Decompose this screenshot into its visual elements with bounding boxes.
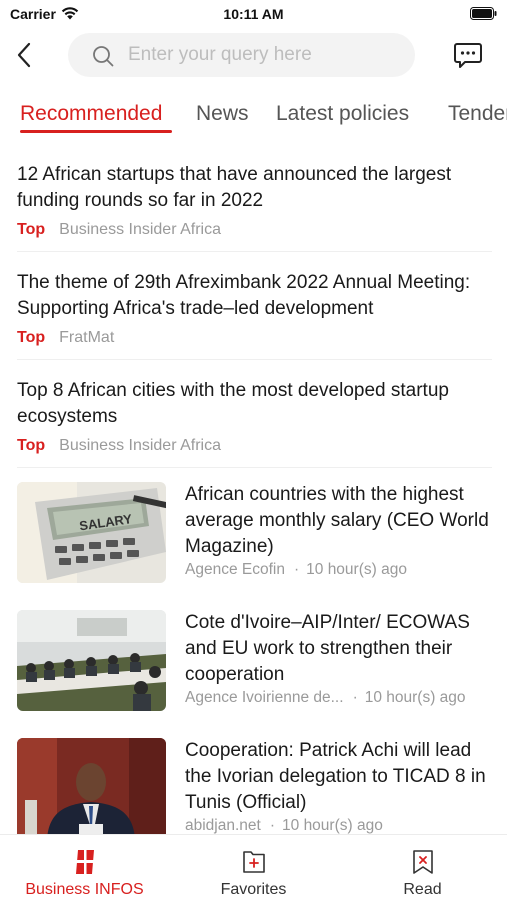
- news-meta: Agence Ivoirienne de... · 10 hour(s) ago: [185, 689, 495, 707]
- tab-latest-policies[interactable]: Latest policies: [276, 102, 409, 126]
- news-title: Cote d'Ivoire–AIP/Inter/ ECOWAS and EU w…: [185, 612, 470, 685]
- news-time: 10 hour(s) ago: [282, 817, 383, 834]
- tab-tenders[interactable]: Tenders: [448, 102, 507, 126]
- salary-calculator-image: SALARY: [17, 482, 166, 583]
- news-title: Top 8 African cities with the most devel…: [17, 380, 449, 427]
- bottom-nav: Business INFOS Favorites Read: [0, 834, 507, 900]
- news-source: FratMat: [59, 329, 115, 346]
- nav-favorites[interactable]: Favorites: [169, 835, 338, 900]
- nav-business-infos[interactable]: Business INFOS: [0, 835, 169, 900]
- news-source: abidjan.net: [185, 817, 261, 834]
- news-item-with-image[interactable]: Cooperation: Patrick Achi will lead the …: [17, 738, 492, 842]
- search-icon: [93, 46, 114, 67]
- search-bar[interactable]: [68, 33, 415, 77]
- read-icon: [412, 850, 433, 874]
- meta-separator: ·: [352, 689, 358, 706]
- news-item[interactable]: 12 African startups that have announced …: [17, 162, 492, 252]
- news-time: 10 hour(s) ago: [364, 689, 466, 706]
- nav-label: Business INFOS: [25, 881, 144, 898]
- active-tab-indicator: [20, 130, 172, 133]
- news-item[interactable]: The theme of 29th Afreximbank 2022 Annua…: [17, 270, 492, 360]
- top-badge: Top: [17, 437, 46, 454]
- clock: 10:11 AM: [223, 6, 284, 22]
- news-title: The theme of 29th Afreximbank 2022 Annua…: [17, 272, 471, 319]
- official-portrait-image: [17, 738, 166, 839]
- nav-label: Read: [403, 881, 442, 898]
- category-tabs: Recommended News Latest policies Tenders: [0, 96, 507, 138]
- news-title: Cooperation: Patrick Achi will lead the …: [185, 740, 486, 813]
- status-bar: Carrier 10:11 AM: [0, 0, 507, 28]
- top-badge: Top: [17, 329, 46, 346]
- news-meta: abidjan.net · 10 hour(s) ago: [185, 817, 495, 835]
- favorites-icon: [242, 851, 265, 873]
- nav-read[interactable]: Read: [338, 835, 507, 900]
- news-meta: Agence Ecofin · 10 hour(s) ago: [185, 561, 495, 579]
- news-item-with-image[interactable]: Cote d'Ivoire–AIP/Inter/ ECOWAS and EU w…: [17, 610, 492, 714]
- battery-icon: [470, 7, 497, 20]
- news-item[interactable]: Top 8 African cities with the most devel…: [17, 378, 492, 468]
- meeting-room-image: [17, 610, 166, 711]
- search-input[interactable]: [128, 33, 408, 77]
- news-source: Agence Ecofin: [185, 561, 285, 578]
- news-title: 12 African startups that have announced …: [17, 164, 452, 211]
- news-source: Business Insider Africa: [59, 437, 221, 454]
- back-icon[interactable]: [14, 42, 34, 68]
- nav-label: Favorites: [220, 881, 287, 898]
- meta-separator: ·: [293, 561, 300, 578]
- tab-recommended[interactable]: Recommended: [20, 102, 162, 126]
- news-source: Agence Ivoirienne de...: [185, 689, 344, 706]
- news-title: African countries with the highest avera…: [185, 484, 489, 557]
- business-infos-icon: [74, 850, 95, 874]
- news-item-with-image[interactable]: SALARY African countries with the highes…: [17, 482, 492, 586]
- news-source: Business Insider Africa: [59, 221, 221, 238]
- news-time: 10 hour(s) ago: [306, 561, 407, 578]
- message-icon[interactable]: [453, 41, 483, 69]
- meta-separator: ·: [269, 817, 276, 834]
- tab-news[interactable]: News: [196, 102, 249, 126]
- top-badge: Top: [17, 221, 46, 238]
